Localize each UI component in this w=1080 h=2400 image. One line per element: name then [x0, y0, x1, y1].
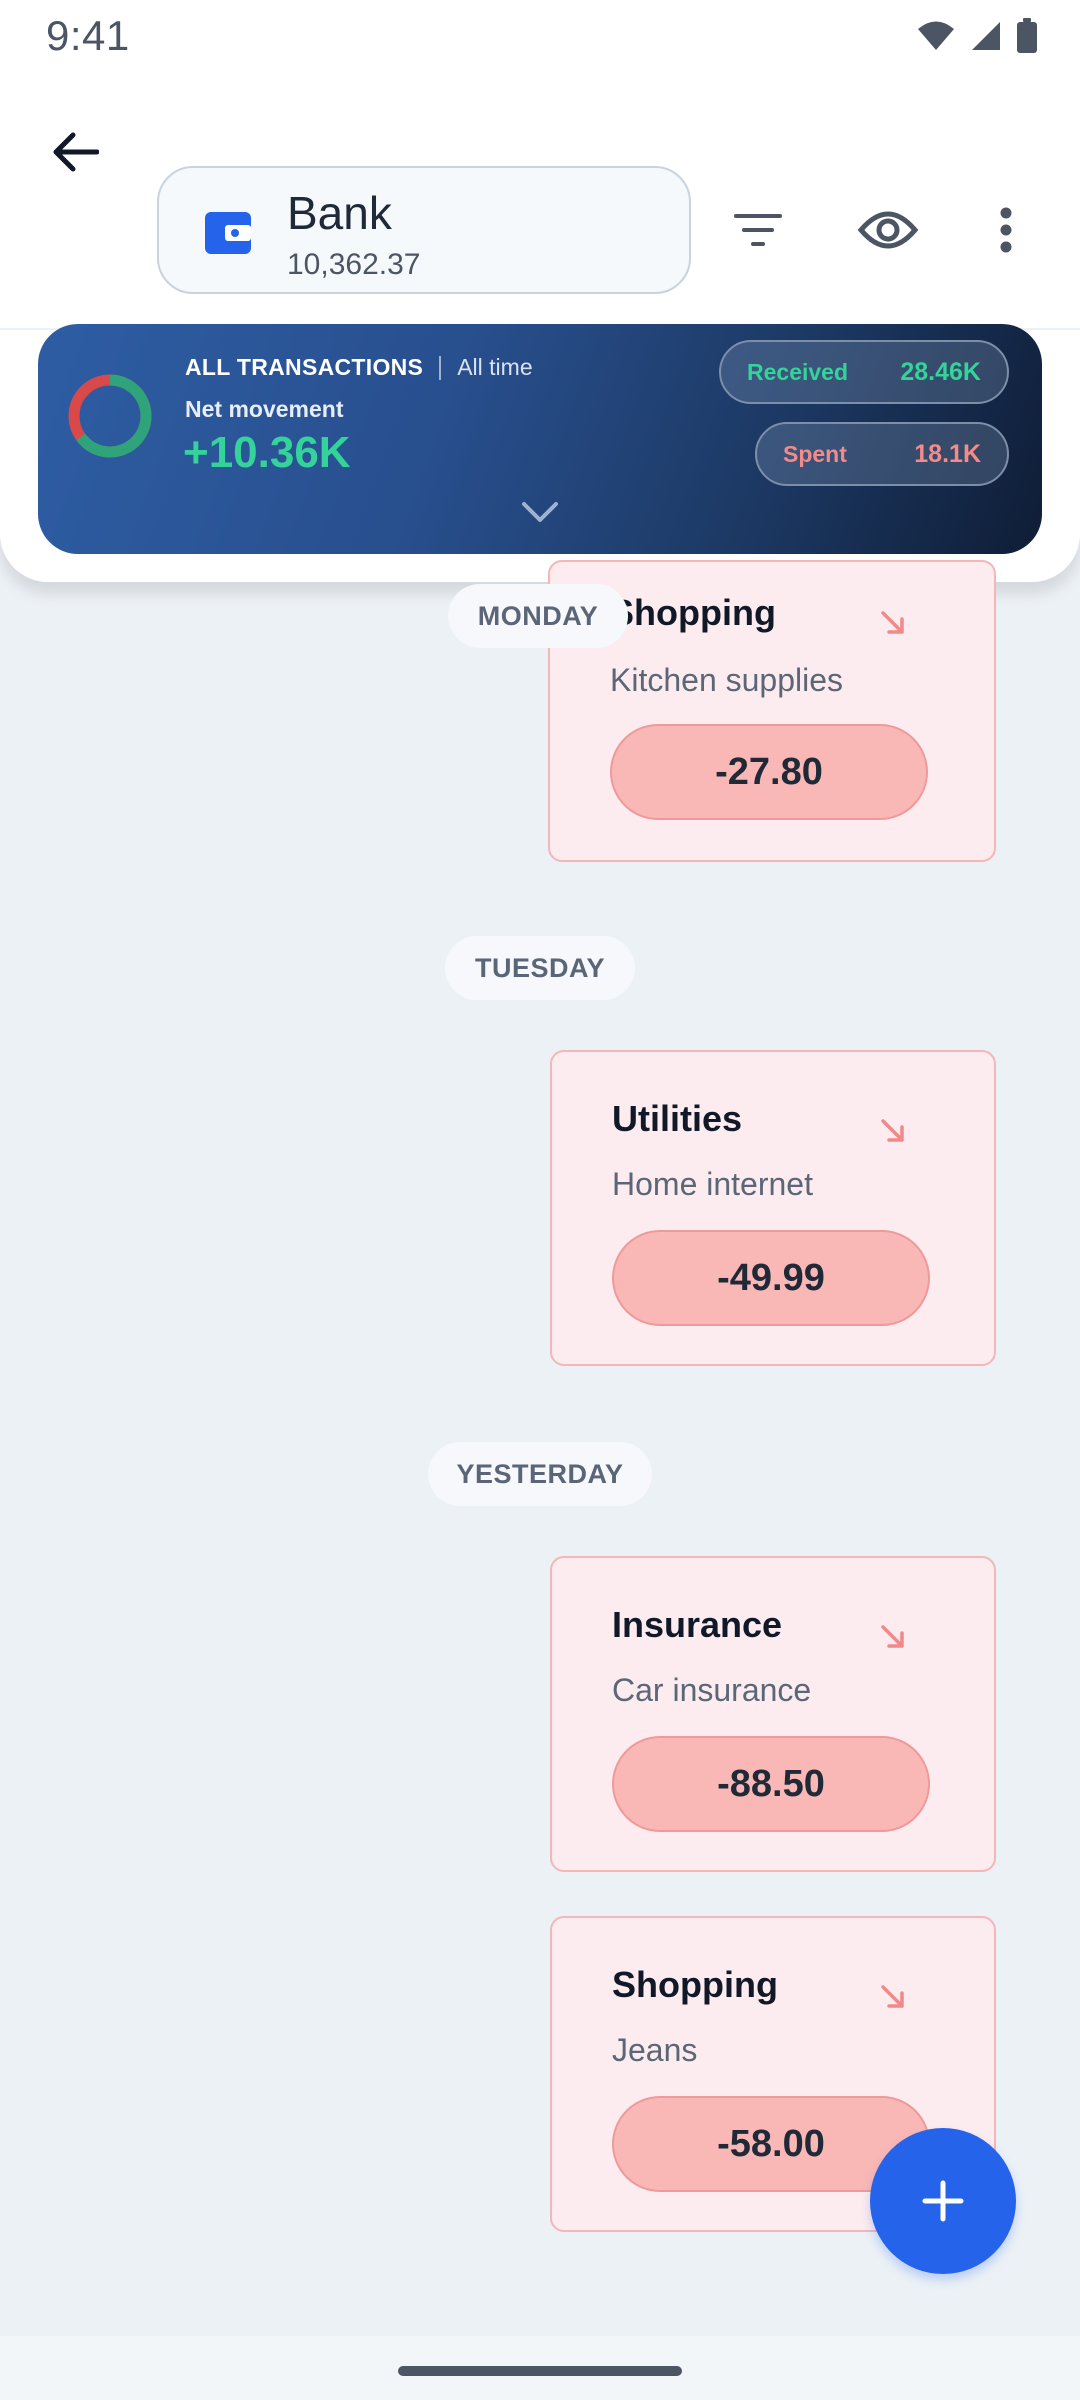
received-value: 28.46K: [900, 357, 981, 386]
transaction-description: Jeans: [612, 2032, 698, 2068]
summary-title-text: ALL TRANSACTIONS: [185, 354, 424, 380]
back-arrow-icon: [53, 132, 99, 172]
day-label: YESTERDAY: [428, 1442, 652, 1506]
wallet-icon: [205, 212, 251, 254]
arrow-down-right-icon: [881, 1119, 904, 1142]
transaction-amount: -49.99: [612, 1230, 930, 1326]
transaction-amount: -27.80: [610, 724, 928, 820]
filter-icon: [734, 214, 782, 246]
transaction-category: Shopping: [612, 1964, 778, 2005]
status-bar: 9:41: [0, 0, 1080, 76]
status-icons: [916, 18, 1038, 54]
battery-icon: [1017, 18, 1037, 53]
arrow-down-right-icon: [881, 611, 904, 634]
home-indicator[interactable]: [398, 2366, 682, 2376]
transaction-category: Utilities: [612, 1098, 743, 1139]
back-button[interactable]: [40, 116, 112, 188]
title-separator: [439, 355, 442, 380]
transaction-description: Car insurance: [612, 1672, 812, 1708]
account-selector[interactable]: Bank 10,362.37: [157, 166, 691, 294]
net-movement-label: Net movement: [185, 396, 344, 422]
arrow-down-right-icon: [881, 1985, 904, 2008]
transaction-category: Shopping: [610, 592, 776, 633]
transaction-card[interactable]: Insurance Car insurance -88.50: [550, 1556, 996, 1872]
transaction-description: Home internet: [612, 1166, 813, 1202]
net-movement-value: +10.36K: [183, 428, 351, 477]
day-label: MONDAY: [448, 584, 628, 648]
arrow-down-right-icon: [881, 1625, 904, 1648]
transaction-card[interactable]: Utilities Home internet -49.99: [550, 1050, 996, 1366]
summary-period: All time: [457, 354, 533, 380]
account-balance: 10,362.37: [287, 248, 421, 281]
transaction-amount: -88.50: [612, 1736, 930, 1832]
donut-chart-icon: [68, 374, 152, 458]
more-vert-icon: [1000, 207, 1012, 253]
day-label: TUESDAY: [445, 936, 635, 1000]
spent-pill[interactable]: Spent 18.1K: [755, 422, 1009, 486]
received-pill[interactable]: Received 28.46K: [719, 340, 1009, 404]
spent-label: Spent: [783, 440, 847, 467]
summary-title: ALL TRANSACTIONS All time: [185, 354, 533, 381]
filter-button[interactable]: [718, 190, 798, 270]
transaction-category: Insurance: [612, 1604, 783, 1645]
more-options-button[interactable]: [966, 190, 1046, 270]
summary-card[interactable]: ALL TRANSACTIONS All time Net movement +…: [38, 324, 1042, 554]
account-name: Bank: [287, 187, 392, 239]
chevron-down-icon[interactable]: [520, 498, 560, 528]
received-label: Received: [747, 358, 849, 385]
visibility-toggle-button[interactable]: [848, 190, 928, 270]
add-transaction-button[interactable]: [870, 2128, 1016, 2274]
gesture-nav-area: [0, 2336, 1080, 2400]
spent-value: 18.1K: [914, 439, 981, 468]
status-time: 9:41: [46, 12, 130, 59]
signal-icon: [972, 22, 1000, 50]
plus-icon: [922, 2180, 964, 2222]
eye-icon: [858, 211, 918, 249]
transaction-description: Kitchen supplies: [610, 662, 844, 698]
wifi-icon: [918, 21, 954, 50]
